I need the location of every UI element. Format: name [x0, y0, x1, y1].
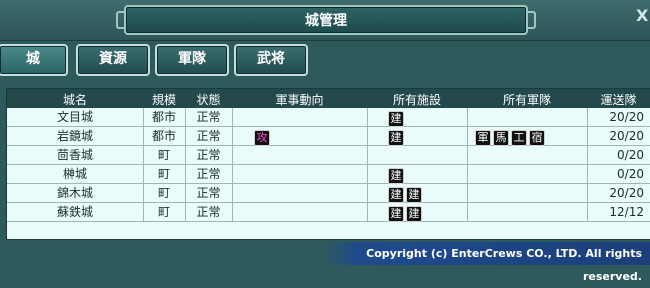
- cell-status: 正常: [185, 165, 233, 183]
- badge-group: 建: [388, 128, 406, 146]
- cell-military: [232, 184, 368, 202]
- cell-castle-name: 錦木城: [7, 184, 144, 202]
- cell-castle-name: 文目城: [7, 108, 144, 126]
- status-badge[interactable]: 工: [511, 130, 527, 146]
- attack-badge[interactable]: 攻: [254, 130, 270, 146]
- cell-army: 軍馬工宿: [467, 127, 588, 146]
- cell-facilities: 建建: [367, 184, 468, 203]
- cell-status: 正常: [185, 127, 233, 145]
- cell-castle-name: 榊城: [7, 165, 144, 183]
- cell-scale: 町: [143, 165, 186, 183]
- castle-table: 城名 規模 状態 軍事動向 所有施設 所有軍隊 運送隊 文目城 都市 正常建 20/2…: [6, 88, 650, 240]
- cell-army: [467, 184, 588, 202]
- status-badge[interactable]: 建: [388, 187, 404, 203]
- status-badge[interactable]: 建: [406, 206, 422, 222]
- cell-transport: 12/12: [609, 205, 644, 219]
- tab-castle[interactable]: 城: [0, 44, 68, 76]
- cell-status: 正常: [185, 108, 233, 126]
- badge-group: 軍馬工宿: [475, 128, 547, 146]
- cell-transport: 20/20: [609, 110, 644, 124]
- badge-group: 建建: [388, 204, 424, 222]
- status-badge[interactable]: 宿: [529, 130, 545, 146]
- cell-transport: 0/20: [617, 167, 644, 181]
- cell-scale: 都市: [143, 127, 186, 145]
- tab-generals[interactable]: 武将: [234, 44, 308, 76]
- copyright-banner: Copyright (c) EnterCrews CO., LTD. All r…: [324, 242, 650, 283]
- status-badge[interactable]: 軍: [475, 130, 491, 146]
- cell-facilities: 建: [367, 165, 468, 184]
- tab-resources[interactable]: 資源: [76, 44, 150, 76]
- header-scale: 規模: [151, 93, 176, 107]
- cell-military: [232, 108, 368, 126]
- cell-military: [232, 146, 368, 164]
- badge-group: 建: [388, 166, 406, 184]
- cell-facilities: 建建: [367, 203, 468, 222]
- cell-scale: 都市: [143, 108, 186, 126]
- header-castle-name: 城名: [62, 93, 87, 107]
- header-military: 軍事動向: [275, 93, 324, 107]
- cell-facilities: 建: [367, 127, 468, 146]
- window-title: 城管理: [305, 13, 347, 29]
- cell-castle-name: 茴香城: [7, 146, 144, 164]
- status-badge[interactable]: 建: [388, 168, 404, 184]
- cell-army: [467, 146, 588, 164]
- cell-military: 攻: [232, 127, 368, 146]
- cell-military: [232, 165, 368, 183]
- cell-army: [467, 165, 588, 183]
- cell-status: 正常: [185, 184, 233, 202]
- table-row[interactable]: 錦木城町正常 建建 20/20: [7, 184, 650, 203]
- table-row[interactable]: 蘇鉄城町正常 建建 12/12: [7, 203, 650, 222]
- cell-military: [232, 203, 368, 221]
- cell-army: [467, 203, 588, 221]
- title-plate: 城管理: [116, 5, 536, 35]
- table-row[interactable]: 岩鏡城 都市 正常 攻 建 軍馬工宿 20/20: [7, 127, 650, 146]
- cell-transport: 20/20: [609, 129, 644, 143]
- cell-status: 正常: [185, 146, 233, 164]
- table-header: 城名 規模 状態 軍事動向 所有施設 所有軍隊 運送隊: [7, 89, 650, 108]
- header-army: 所有軍隊: [502, 93, 551, 107]
- cell-scale: 町: [143, 184, 186, 202]
- badge-group: 攻: [254, 128, 272, 146]
- header-status: 状態: [196, 93, 221, 107]
- tab-army[interactable]: 軍隊: [155, 44, 229, 76]
- header-transport: 運送隊: [600, 93, 637, 107]
- cell-facilities: 建: [367, 108, 468, 127]
- close-button[interactable]: X: [636, 6, 650, 26]
- badge-group: 建: [388, 109, 406, 127]
- cell-facilities: [367, 146, 468, 164]
- status-badge[interactable]: 建: [388, 130, 404, 146]
- cell-status: 正常: [185, 203, 233, 221]
- cell-castle-name: 蘇鉄城: [7, 203, 144, 221]
- cell-transport: 20/20: [609, 186, 644, 200]
- table-row[interactable]: 茴香城町正常 0/20: [7, 146, 650, 165]
- cell-castle-name: 岩鏡城: [7, 127, 144, 145]
- top-bar: 城管理 X: [0, 0, 650, 41]
- tab-bar: 城 資源 軍隊 武将: [0, 44, 650, 76]
- status-badge[interactable]: 馬: [493, 130, 509, 146]
- cell-transport: 0/20: [617, 148, 644, 162]
- status-badge[interactable]: 建: [406, 187, 422, 203]
- header-facilities: 所有施設: [392, 93, 441, 107]
- status-badge[interactable]: 建: [388, 111, 404, 127]
- cell-scale: 町: [143, 203, 186, 221]
- cell-army: [467, 108, 588, 126]
- cell-scale: 町: [143, 146, 186, 164]
- table-row[interactable]: 文目城 都市 正常 建 20/20: [7, 108, 650, 127]
- badge-group: 建建: [388, 185, 424, 203]
- table-row[interactable]: 榊城町正常 建 0/20: [7, 165, 650, 184]
- status-badge[interactable]: 建: [388, 206, 404, 222]
